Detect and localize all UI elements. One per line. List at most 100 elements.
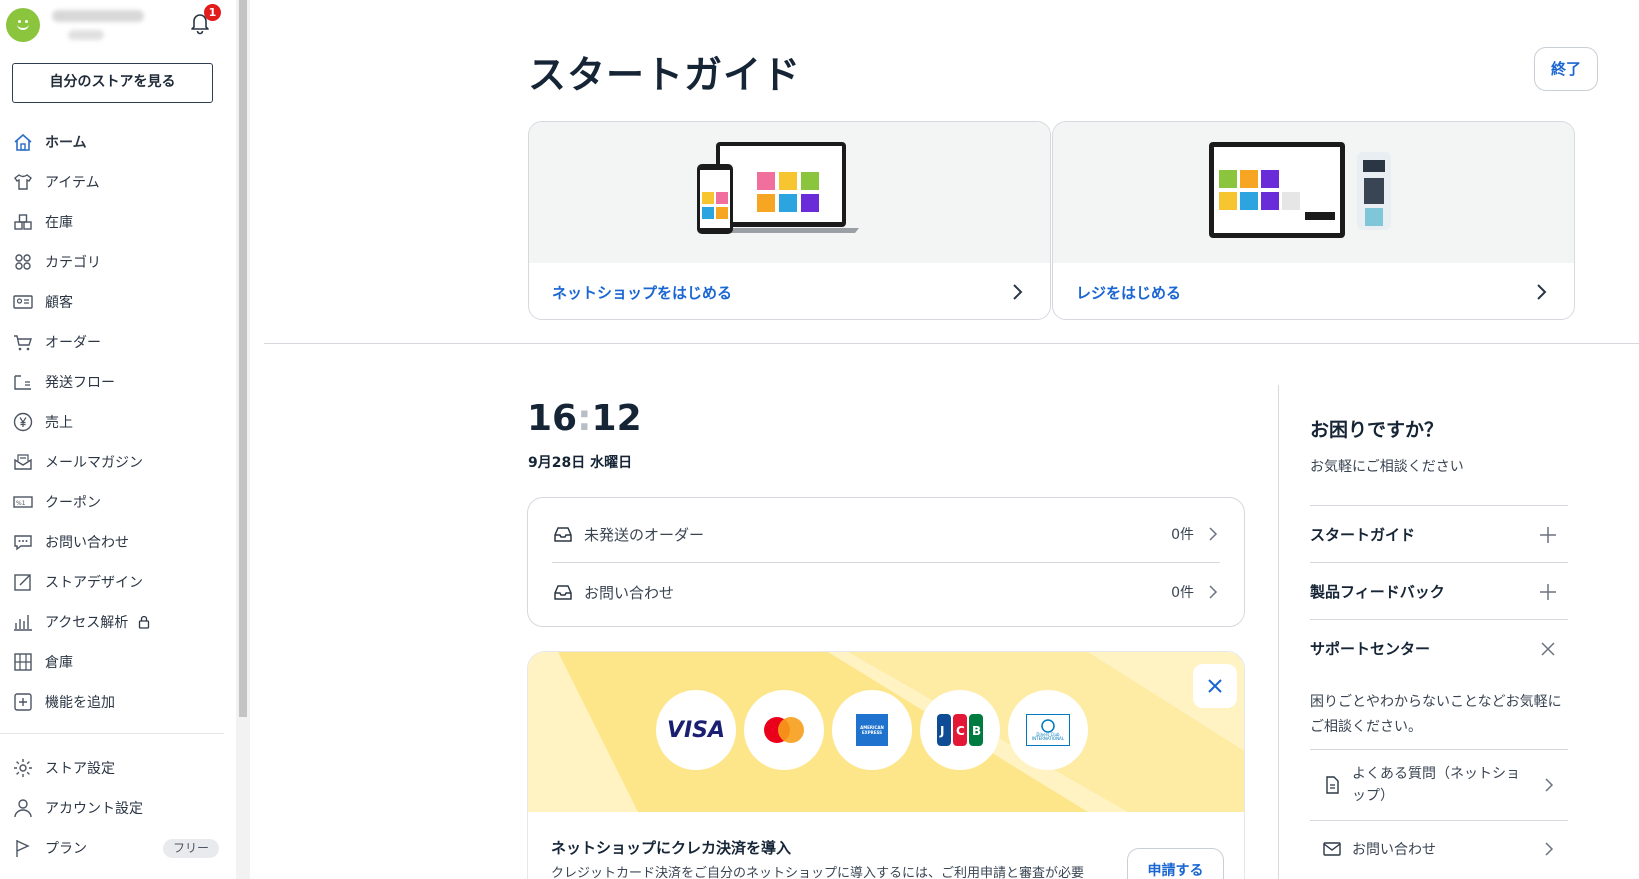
start-netshop-link[interactable]: ネットショップをはじめる [552,282,732,303]
sidebar-item-label: アカウント設定 [45,801,143,817]
plus-icon [1540,527,1556,543]
plan-badge: フリー [162,839,219,858]
sidebar-item-shipping-flow[interactable]: 発送フロー [0,362,236,402]
help-section-feedback[interactable]: 製品フィードバック [1310,563,1568,620]
status-count: 0件 [1171,585,1194,601]
sidebar-item-store-design[interactable]: ストアデザイン [0,562,236,602]
document-icon [1326,776,1339,794]
chevron-right-icon [1537,284,1547,300]
app-root: 1 自分のストアを見る ホーム アイテム 在庫 カテゴリ 顧客 オーダー 発送フ… [0,0,1639,879]
status-card: 未発送のオーダー 0件 お問い合わせ 0件 [527,497,1245,627]
analytics-icon [12,611,34,633]
inbox-icon [552,523,574,545]
sidebar-item-items[interactable]: アイテム [0,162,236,202]
support-center-body: 困りごとやわからないことなどお気軽にご相談ください。 よくある質問（ネットショッ… [1310,677,1568,876]
sidebar-item-analytics[interactable]: アクセス解析 [0,602,236,642]
sidebar-item-label: クーポン [45,495,101,511]
sidebar-item-home[interactable]: ホーム [0,122,236,162]
time-minute: 12 [591,398,642,439]
promo-banner: VISA AMERICAN EXPRESS JCB Diners Club IN… [528,652,1244,812]
help-section-start-guide[interactable]: スタートガイド [1310,506,1568,563]
close-promo-button[interactable] [1193,664,1237,708]
start-netshop-card[interactable]: ネットショップをはじめる [528,121,1051,320]
avatar[interactable] [6,8,40,42]
sidebar-item-label: カテゴリ [45,255,101,271]
sidebar-divider [0,733,224,734]
page-title: スタートガイド [528,53,802,97]
promo-description: クレジットカード決済をご自分のネットショップに導入するには、ご利用申請と審査が必… [551,866,1085,879]
faq-link[interactable]: よくある質問（ネットショップ） [1310,749,1568,820]
category-icon [12,251,34,273]
chevron-right-icon [1545,841,1554,856]
help-section-support-center[interactable]: サポートセンター [1310,620,1568,677]
visa-logo: VISA [656,690,736,770]
mail-icon [1323,841,1341,856]
sidebar-item-add-feature[interactable]: 機能を追加 [0,682,236,722]
inventory-icon [12,211,34,233]
register-illustration [1053,122,1574,263]
sidebar-item-label: お問い合わせ [45,535,129,551]
sidebar-item-warehouse[interactable]: 倉庫 [0,642,236,682]
sidebar-item-coupon[interactable]: %1 クーポン [0,482,236,522]
sidebar: 1 自分のストアを見る ホーム アイテム 在庫 カテゴリ 顧客 オーダー 発送フ… [0,0,236,879]
flag-icon [12,837,34,859]
view-store-button[interactable]: 自分のストアを見る [12,63,213,103]
sidebar-item-orders[interactable]: オーダー [0,322,236,362]
close-icon [1208,679,1222,693]
status-count: 0件 [1171,527,1194,543]
sidebar-item-label: ストア設定 [45,761,115,777]
sidebar-item-mail-magazine[interactable]: メールマガジン [0,442,236,482]
status-divider [552,562,1220,563]
column-divider [1278,385,1279,879]
status-label: 未発送のオーダー [584,525,705,544]
inquiries-row[interactable]: お問い合わせ 0件 [552,564,1220,620]
lock-icon [139,615,150,629]
start-register-link[interactable]: レジをはじめる [1076,282,1181,303]
cart-icon [12,331,34,353]
sidebar-item-plan[interactable]: プラン フリー [0,828,236,868]
sidebar-item-label: 売上 [45,415,73,431]
sidebar-item-label: 倉庫 [45,655,73,671]
coupon-icon: %1 [12,491,34,513]
start-register-card[interactable]: レジをはじめる [1052,121,1575,320]
section-divider [264,343,1639,344]
sidebar-scrollbar-thumb[interactable] [239,0,247,717]
svg-text:J: J [939,724,944,738]
chevron-right-icon [1013,284,1023,300]
sidebar-item-contact[interactable]: お問い合わせ [0,522,236,562]
sidebar-item-account-settings[interactable]: アカウント設定 [0,788,236,828]
chat-icon [12,531,34,553]
amex-logo: AMERICAN EXPRESS [832,690,912,770]
yen-icon [12,411,34,433]
help-title: お困りですか？ [1310,419,1444,441]
sidebar-item-store-settings[interactable]: ストア設定 [0,748,236,788]
jcb-logo: JCB [920,690,1000,770]
sidebar-item-inventory[interactable]: 在庫 [0,202,236,242]
sidebar-item-sales[interactable]: 売上 [0,402,236,442]
sidebar-item-label: プラン [45,841,87,857]
time-hour: 16 [527,398,578,439]
main-content: スタートガイド 終了 ネットショップをはじめる レジをはじめる 16:12 9月… [250,0,1639,879]
sidebar-item-label: 機能を追加 [45,695,115,711]
svg-text:B: B [972,724,981,738]
shirt-icon [12,171,34,193]
sidebar-item-category[interactable]: カテゴリ [0,242,236,282]
contact-link[interactable]: お問い合わせ [1310,820,1568,876]
svg-text:%1: %1 [16,500,26,507]
sidebar-item-label: オーダー [45,335,101,351]
sidebar-item-customers[interactable]: 顧客 [0,282,236,322]
sidebar-scrollbar[interactable] [236,0,250,879]
store-name-blurred [52,10,144,22]
design-icon [12,571,34,593]
chevron-right-icon [1209,585,1218,599]
apply-button[interactable]: 申請する [1127,848,1224,879]
end-guide-button[interactable]: 終了 [1534,47,1598,91]
user-icon [12,797,34,819]
home-icon [12,131,34,153]
notification-badge: 1 [204,4,221,21]
status-label: お問い合わせ [584,583,675,602]
sidebar-item-label: メールマガジン [45,455,143,471]
unshipped-orders-row[interactable]: 未発送のオーダー 0件 [552,506,1220,562]
close-icon [1541,642,1555,656]
sidebar-item-label: アイテム [45,175,100,191]
